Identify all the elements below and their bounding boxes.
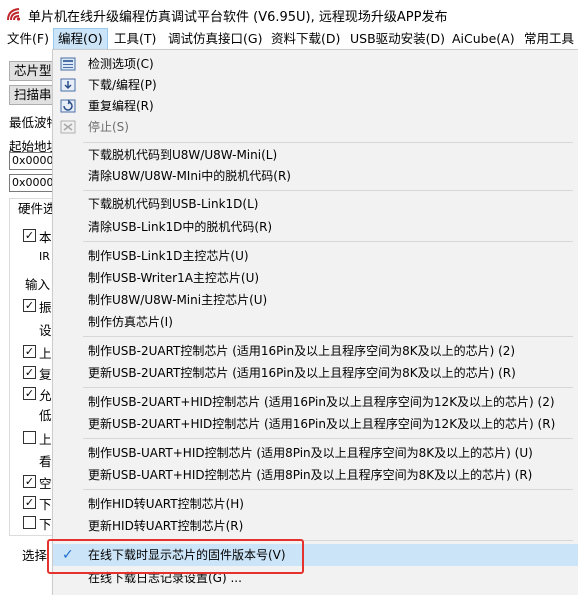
download-program-icon [60,78,76,92]
highlight-annotation [47,539,304,574]
menu-item-label: 制作USB-2UART+HID控制芯片 (适用16Pin及以上且程序空间为12K… [88,395,555,409]
option-label: 复 [39,367,52,382]
menu-separator [83,142,573,143]
option-label: 振 [39,300,52,315]
menu-item-label: 重复编程(R) [88,99,154,113]
menu-item-make-link1d-chip[interactable]: 制作USB-Link1D主控芯片(U) [53,245,578,267]
app-icon [7,8,21,21]
option-checkbox[interactable] [23,516,36,529]
option-checkbox[interactable]: ✓ [23,387,36,400]
menu-item-make-writer1a-chip[interactable]: 制作USB-Writer1A主控芯片(U) [53,267,578,289]
menu-item-update-usb-uart-hid[interactable]: 更新USB-UART+HID控制芯片 (适用8Pin及以上且程序空间为8K及以上… [53,464,578,486]
repeat-program-icon [60,99,76,113]
start-address-field[interactable]: 0x0000 [9,152,53,170]
option-label: 低 [39,408,52,423]
menu-item-detect-options[interactable]: 检测选项(C) [53,53,578,75]
menu-item-label: 更新HID转UART控制芯片(R) [88,519,244,533]
menu-item-clear-offline-link1d[interactable]: 清除USB-Link1D中的脱机代码(R) [53,216,578,238]
option-label: 下 [39,497,52,512]
menu-separator [83,489,573,490]
option-label: 本 [39,230,52,245]
hardware-options-tab[interactable]: 硬件选 [18,198,56,217]
menu-tools[interactable]: 工具(T) [110,29,160,49]
menu-item-make-emulator-chip[interactable]: 制作仿真芯片(I) [53,311,578,333]
option-label: 空 [39,476,52,491]
menu-item-clear-offline-u8w[interactable]: 清除U8W/U8W-MIni中的脱机代码(R) [53,165,578,187]
option-label: 输入 [25,277,51,292]
menu-item-label: 检测选项(C) [88,57,154,71]
menu-item-stop[interactable]: 停止(S) [53,116,578,138]
menu-item-download-offline-link1d[interactable]: 下载脱机代码到USB-Link1D(L) [53,193,578,215]
option-label: IR [39,250,50,263]
option-label: 上 [39,346,52,361]
menu-item-label: 清除U8W/U8W-MIni中的脱机代码(R) [88,169,291,183]
menu-item-label: 制作USB-UART+HID控制芯片 (适用8Pin及以上且程序空间为8K及以上… [88,446,533,460]
menu-separator [83,387,573,388]
menu-item-label: 制作HID转UART控制芯片(H) [88,497,244,511]
menu-item-label: 制作USB-Link1D主控芯片(U) [88,249,249,263]
option-label: 看 [39,454,52,469]
window-title: 单片机在线升级编程仿真调试平台软件 (V6.95U), 远程现场升级APP发布 [28,10,448,25]
menu-item-download-program[interactable]: 下载/编程(P) [53,74,578,96]
menu-item-label: 下载脱机代码到U8W/U8W-Mini(L) [88,148,278,162]
menu-item-update-hid-uart[interactable]: 更新HID转UART控制芯片(R) [53,515,578,537]
program-dropdown-menu: 检测选项(C) 下载/编程(P) 重复编程(R) 停止(S) 下载脱机代码到U8… [52,49,578,595]
menu-usb-driver[interactable]: USB驱动安装(D) [346,29,449,49]
menu-file[interactable]: 文件(F) [3,29,53,49]
menu-item-label: 制作USB-Writer1A主控芯片(U) [88,271,260,285]
menu-item-make-hid-uart[interactable]: 制作HID转UART控制芯片(H) [53,493,578,515]
menu-item-repeat-program[interactable]: 重复编程(R) [53,95,578,117]
menu-item-update-usb-2uart-hid[interactable]: 更新USB-2UART+HID控制芯片 (适用16Pin及以上且程序空间为12K… [53,413,578,435]
menu-item-label: 停止(S) [88,120,129,134]
option-checkbox[interactable]: ✓ [23,496,36,509]
option-checkbox[interactable]: ✓ [23,299,36,312]
menu-bar: 文件(F) 编程(O) 工具(T) 调试仿真接口(G) 资料下载(D) USB驱… [0,28,578,50]
menu-item-label: 清除USB-Link1D中的脱机代码(R) [88,220,273,234]
menu-item-label: 下载/编程(P) [88,78,157,92]
menu-separator [83,438,573,439]
select-label: 选择 [22,548,48,563]
menu-item-make-usb-2uart[interactable]: 制作USB-2UART控制芯片 (适用16Pin及以上且程序空间为8K及以上的芯… [53,340,578,362]
menu-common-tools[interactable]: 常用工具 [520,29,578,49]
title-bar: 单片机在线升级编程仿真调试平台软件 (V6.95U), 远程现场升级APP发布 [0,0,578,28]
option-label: 上 [39,432,52,447]
option-checkbox[interactable] [23,431,36,444]
option-checkbox[interactable]: ✓ [23,229,36,242]
stop-icon [60,120,76,134]
menu-program[interactable]: 编程(O) [53,28,108,50]
end-address-field[interactable]: 0x0000 [9,174,53,192]
option-checkbox[interactable]: ✓ [23,345,36,358]
menu-item-label: 下载脱机代码到USB-Link1D(L) [88,197,259,211]
menu-item-download-offline-u8w[interactable]: 下载脱机代码到U8W/U8W-Mini(L) [53,144,578,166]
menu-item-update-usb-2uart[interactable]: 更新USB-2UART控制芯片 (适用16Pin及以上且程序空间为8K及以上的芯… [53,362,578,384]
option-label: 设 [39,323,52,338]
menu-item-label: 制作U8W/U8W-Mini主控芯片(U) [88,293,268,307]
menu-downloads[interactable]: 资料下载(D) [267,29,344,49]
menu-item-label: 制作仿真芯片(I) [88,315,173,329]
menu-separator [83,336,573,337]
menu-item-label: 更新USB-2UART控制芯片 (适用16Pin及以上且程序空间为8K及以上的芯… [88,366,516,380]
menu-item-make-usb-2uart-hid[interactable]: 制作USB-2UART+HID控制芯片 (适用16Pin及以上且程序空间为12K… [53,391,578,413]
option-label: 下 [39,517,52,532]
menu-aicube[interactable]: AiCube(A) [448,29,519,49]
menu-item-make-usb-uart-hid[interactable]: 制作USB-UART+HID控制芯片 (适用8Pin及以上且程序空间为8K及以上… [53,442,578,464]
menu-item-label: 更新USB-UART+HID控制芯片 (适用8Pin及以上且程序空间为8K及以上… [88,468,533,482]
detect-icon [60,57,76,71]
option-checkbox[interactable]: ✓ [23,366,36,379]
menu-item-label: 更新USB-2UART+HID控制芯片 (适用16Pin及以上且程序空间为12K… [88,417,556,431]
menu-item-make-u8w-chip[interactable]: 制作U8W/U8W-Mini主控芯片(U) [53,289,578,311]
menu-item-label: 制作USB-2UART控制芯片 (适用16Pin及以上且程序空间为8K及以上的芯… [88,344,516,358]
option-label: 允 [39,388,52,403]
menu-separator [83,190,573,191]
option-checkbox[interactable]: ✓ [23,475,36,488]
menu-debug-interface[interactable]: 调试仿真接口(G) [164,29,266,49]
menu-separator [83,241,573,242]
